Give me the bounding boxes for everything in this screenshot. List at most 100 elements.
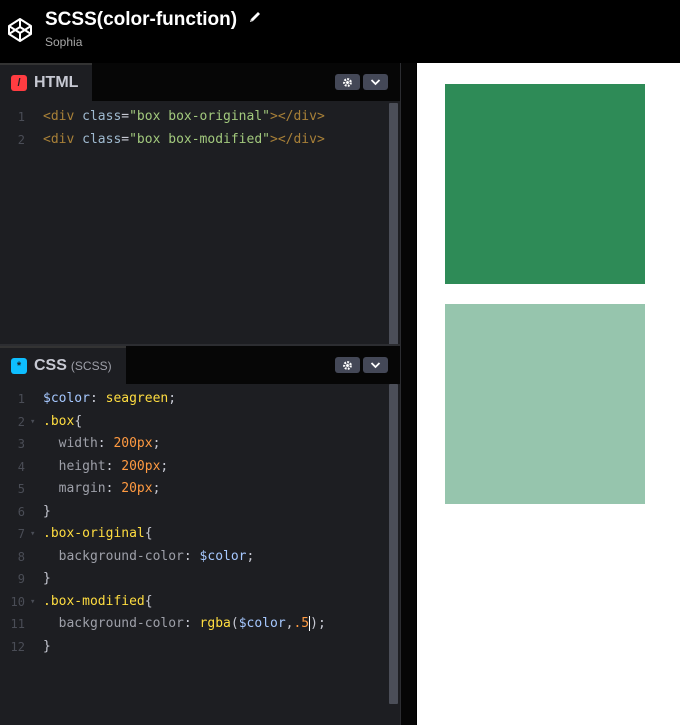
css-tab-bar: * CSS (SCSS) (0, 346, 400, 384)
code-line[interactable]: 9} (0, 568, 388, 591)
code-token: $color (199, 548, 247, 564)
tab-css[interactable]: * CSS (SCSS) (0, 346, 126, 384)
html-settings-button[interactable] (335, 74, 360, 90)
code-token: : (183, 548, 200, 564)
codepen-logo-icon[interactable] (7, 17, 33, 43)
html-slash-icon: / (11, 75, 27, 91)
code-token: width (43, 436, 98, 451)
html-editor-scrollbar[interactable] (389, 103, 398, 381)
line-number: 2 (17, 132, 25, 147)
html-collapse-button[interactable] (363, 74, 388, 90)
code-token: height (43, 458, 106, 474)
editor-column: / HTML 1 <div class="box box-original"></… (0, 63, 400, 725)
code-text: height: 200px; (43, 456, 169, 479)
code-token: class (82, 109, 122, 124)
pen-author[interactable]: Sophia (45, 35, 262, 49)
pen-title[interactable]: SCSS(color-function) (45, 8, 237, 32)
code-token: : (105, 458, 122, 474)
code-token: ; (246, 548, 255, 564)
code-token: $color (43, 391, 90, 406)
code-line[interactable]: 1 $color: seagreen; (0, 388, 388, 411)
code-line[interactable]: 5 margin: 20px; (0, 478, 388, 501)
line-number: 5 (17, 482, 25, 496)
tab-html[interactable]: / HTML (0, 63, 93, 101)
html-code-editor[interactable]: 1 <div class="box box-original"></div> 2 <d… (0, 106, 388, 344)
result-preview (417, 63, 680, 725)
code-token: ) (309, 616, 318, 631)
chevron-down-icon (370, 79, 381, 86)
code-token: { (74, 413, 83, 429)
code-token: 200px (121, 458, 161, 474)
code-token: .box (43, 413, 75, 429)
line-number: 6 (17, 504, 25, 519)
code-token: ; (317, 616, 326, 631)
code-line[interactable]: 10 ▾ .box-modified{ (0, 591, 388, 614)
code-text: $color: seagreen; (43, 388, 176, 411)
code-token: seagreen (105, 391, 169, 406)
code-token: { (144, 593, 153, 609)
code-line[interactable]: 7 ▾ .box-original{ (0, 523, 388, 546)
code-token: ; (152, 481, 161, 496)
code-line[interactable]: 1 <div class="box box-original"></div> (0, 106, 388, 129)
fold-arrow-icon[interactable]: ▾ (30, 411, 35, 434)
line-number: 3 (17, 437, 25, 451)
css-settings-button[interactable] (335, 357, 360, 373)
css-editor-scrollbar[interactable] (389, 384, 398, 704)
code-text: <div class="box box-original"></div> (43, 106, 325, 129)
code-line[interactable]: 6} (0, 501, 388, 524)
code-token: .5 (293, 616, 310, 631)
line-number: 8 (17, 549, 25, 564)
code-line[interactable]: 11 background-color: rgba($color,.5); (0, 613, 388, 636)
code-text: margin: 20px; (43, 478, 161, 501)
code-token: .box-original (43, 526, 145, 541)
code-token: ; (160, 458, 169, 474)
line-number: 1 (17, 110, 25, 124)
css-collapse-button[interactable] (363, 357, 388, 373)
code-token: rgba (199, 616, 231, 631)
gear-icon (343, 360, 352, 370)
code-text: } (43, 568, 51, 591)
css-tab-buttons (335, 357, 388, 373)
code-text: <div class="box box-modified"></div> (43, 129, 325, 152)
code-token: : (183, 616, 200, 631)
fold-arrow-icon[interactable]: ▾ (30, 591, 35, 614)
box-original (445, 84, 645, 284)
code-token: <div (43, 131, 83, 147)
code-line[interactable]: 8 background-color: $color; (0, 546, 388, 569)
code-token: : (89, 391, 106, 406)
code-text: .box-original{ (43, 523, 153, 546)
code-line[interactable]: 4 height: 200px; (0, 456, 388, 479)
code-token: "box box-original" (129, 109, 270, 124)
code-text: background-color: $color; (43, 546, 255, 569)
html-tab-buttons (335, 74, 388, 90)
gear-icon (343, 77, 352, 87)
line-number: 1 (17, 392, 25, 406)
code-text: .box{ (43, 411, 82, 434)
code-token: : (105, 481, 122, 496)
code-text: .box-modified{ (43, 591, 153, 614)
code-token: } (43, 638, 51, 654)
code-line[interactable]: 12} (0, 636, 388, 659)
code-token: 200px (113, 436, 153, 451)
code-text: background-color: rgba($color,.5); (43, 613, 326, 636)
fold-arrow-icon[interactable]: ▾ (30, 523, 35, 546)
tab-html-label: HTML (34, 74, 79, 91)
code-line[interactable]: 2 <div class="box box-modified"></div> (0, 129, 388, 152)
pencil-icon[interactable] (248, 10, 262, 24)
preview-resize-handle[interactable] (400, 63, 416, 725)
code-token: = (121, 131, 130, 147)
code-line[interactable]: 2 ▾ .box{ (0, 411, 388, 434)
css-code-editor[interactable]: 1 $color: seagreen; 2 ▾ .box{3 width: 200px;… (0, 388, 388, 725)
line-number: 12 (10, 639, 25, 654)
pen-title-area: SCSS(color-function) Sophia (45, 8, 262, 49)
line-number: 9 (17, 572, 25, 586)
code-token: class (82, 131, 122, 147)
code-token: : (97, 436, 114, 451)
code-line[interactable]: 3 width: 200px; (0, 433, 388, 456)
code-token: ></div> (270, 109, 325, 124)
pen-header: SCSS(color-function) Sophia (0, 0, 680, 63)
line-number: 7 (17, 527, 25, 541)
code-token: } (43, 503, 51, 519)
code-token: ; (168, 391, 177, 406)
code-token: ( (230, 616, 239, 631)
